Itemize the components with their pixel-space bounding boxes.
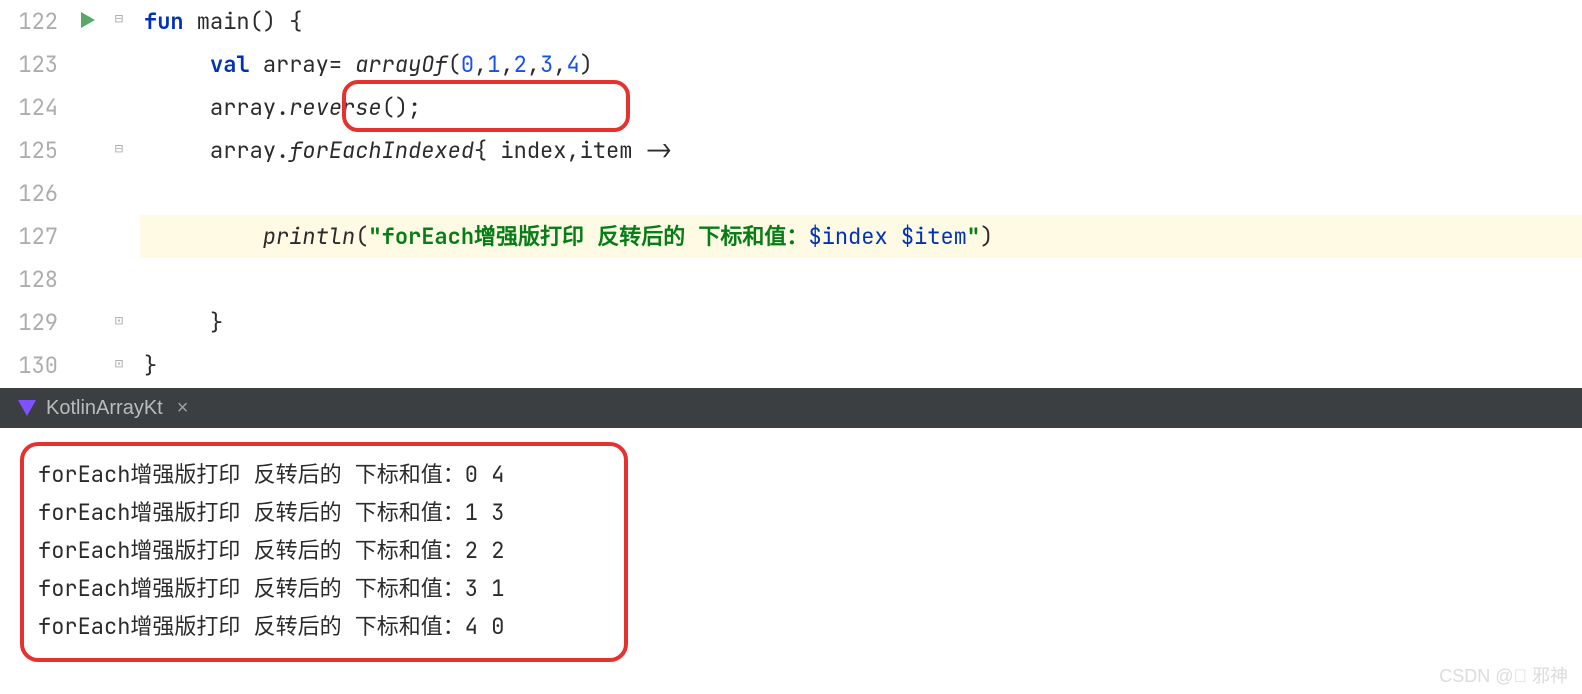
code-line[interactable]: val array= arrayOf(0,1,2,3,4) — [140, 43, 1582, 86]
code-text: array= — [250, 50, 356, 79]
line-number: 130 — [0, 344, 58, 387]
comma: , — [527, 50, 540, 79]
comma: , — [553, 50, 566, 79]
code-line[interactable]: array.forEachIndexed{ index,item -> — [140, 129, 1582, 172]
line-number-gutter: 122 123 124 125 126 127 128 129 130 — [0, 0, 70, 388]
console-line: forEach增强版打印 反转后的 下标和值：2 2 — [38, 532, 610, 570]
string-template: $index — [808, 222, 887, 251]
console-line: forEach增强版打印 反转后的 下标和值：4 0 — [38, 608, 610, 646]
paren: ) — [580, 50, 593, 79]
keyword-val: val — [210, 50, 250, 79]
code-text: main() { — [184, 7, 303, 36]
code-line[interactable]: } — [140, 301, 1582, 344]
console-line: forEach增强版打印 反转后的 下标和值：3 1 — [38, 570, 610, 608]
code-line[interactable]: } — [140, 344, 1582, 387]
string-quote: " — [967, 222, 980, 251]
run-gutter — [70, 0, 110, 388]
watermark: CSDN @⃝ 邪神 — [1439, 662, 1568, 688]
fn-println: println — [263, 222, 355, 251]
code-text: (); — [382, 93, 422, 122]
console-line: forEach增强版打印 反转后的 下标和值：1 3 — [38, 494, 610, 532]
paren: ( — [355, 222, 368, 251]
code-editor[interactable]: 122 123 124 125 126 127 128 129 130 ⊟ ⊟ … — [0, 0, 1582, 388]
string-quote: " — [368, 222, 381, 251]
close-icon[interactable]: × — [177, 397, 189, 420]
code-text: array. — [210, 136, 289, 165]
fold-open-icon[interactable]: ⊟ — [112, 12, 126, 26]
line-number: 122 — [0, 0, 58, 43]
fold-open-icon[interactable]: ⊟ — [112, 142, 126, 156]
number: 1 — [487, 50, 500, 79]
number: 4 — [566, 50, 579, 79]
line-number: 124 — [0, 86, 58, 129]
number: 0 — [461, 50, 474, 79]
comma: , — [500, 50, 513, 79]
comma: , — [474, 50, 487, 79]
code-area[interactable]: fun main() { val array= arrayOf(0,1,2,3,… — [140, 0, 1582, 388]
string-literal — [888, 222, 901, 251]
fn-reverse: reverse — [289, 93, 381, 122]
fn-arrayof: arrayOf — [355, 50, 447, 79]
line-number: 126 — [0, 172, 58, 215]
run-icon[interactable] — [78, 8, 98, 37]
output-highlight-box: forEach增强版打印 反转后的 下标和值：0 4 forEach增强版打印 … — [20, 442, 628, 662]
lambda-header: { index,item -> — [474, 136, 672, 165]
kotlin-icon — [18, 400, 36, 416]
paren: ) — [980, 222, 993, 251]
code-line-highlighted[interactable]: println("forEach增强版打印 反转后的 下标和值：$index $… — [140, 215, 1582, 258]
paren: ( — [448, 50, 461, 79]
code-line[interactable] — [140, 172, 1582, 215]
number: 2 — [514, 50, 527, 79]
fold-gutter: ⊟ ⊟ ⊡ ⊡ — [110, 0, 140, 388]
code-line[interactable] — [140, 258, 1582, 301]
line-number: 129 — [0, 301, 58, 344]
console-output[interactable]: forEach增强版打印 反转后的 下标和值：0 4 forEach增强版打印 … — [0, 428, 1582, 694]
number: 3 — [540, 50, 553, 79]
brace: } — [144, 351, 157, 380]
fn-foreachindexed: forEachIndexed — [289, 136, 474, 165]
code-text: array. — [210, 93, 289, 122]
run-tab-bar: KotlinArrayKt × — [0, 388, 1582, 428]
keyword-fun: fun — [144, 7, 184, 36]
line-number: 127 — [0, 215, 58, 258]
fold-close-icon[interactable]: ⊡ — [112, 357, 126, 371]
line-number: 125 — [0, 129, 58, 172]
brace: } — [210, 308, 223, 337]
fold-close-icon[interactable]: ⊡ — [112, 314, 126, 328]
code-line[interactable]: array.reverse(); — [140, 86, 1582, 129]
string-template: $item — [901, 222, 967, 251]
run-tab-title[interactable]: KotlinArrayKt — [46, 397, 163, 420]
line-number: 123 — [0, 43, 58, 86]
code-line[interactable]: fun main() { — [140, 0, 1582, 43]
string-literal: forEach增强版打印 反转后的 下标和值： — [382, 222, 809, 251]
line-number: 128 — [0, 258, 58, 301]
console-line: forEach增强版打印 反转后的 下标和值：0 4 — [38, 456, 610, 494]
